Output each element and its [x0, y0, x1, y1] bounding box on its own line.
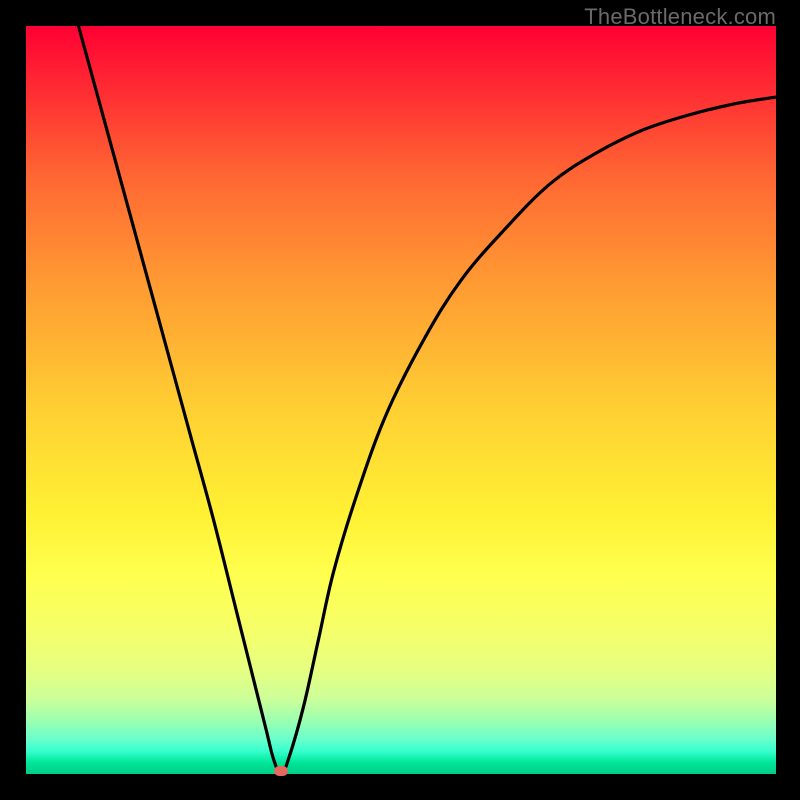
watermark-text: TheBottleneck.com — [584, 4, 776, 30]
curve-layer — [26, 26, 776, 774]
minimum-marker — [274, 766, 288, 776]
bottleneck-curve — [79, 26, 777, 774]
outer-frame: TheBottleneck.com — [0, 0, 800, 800]
plot-area — [26, 26, 776, 774]
